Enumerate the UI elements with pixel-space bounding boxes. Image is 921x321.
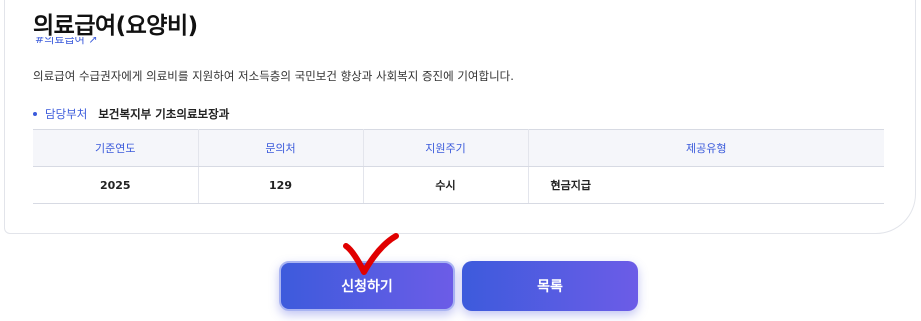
header-contact: 문의처	[198, 129, 364, 167]
page-title: 의료급여(요양비)	[33, 13, 198, 39]
department-value: 보건복지부 기초의료보장과	[98, 107, 230, 121]
cell-contact: 129	[198, 166, 364, 204]
header-provision-type: 제공유형	[528, 129, 884, 167]
service-info-table: 기준연도 문의처 지원주기 제공유형 2025 129 수시 현금지급	[33, 129, 884, 204]
service-description: 의료급여 수급권자에게 의료비를 지원하여 저소득층의 국민보건 향상과 사회복…	[33, 69, 514, 83]
table-row: 2025 129 수시 현금지급	[33, 166, 884, 204]
cell-base-year: 2025	[33, 166, 199, 204]
hashtag-text: #의료급여	[35, 37, 85, 46]
header-base-year: 기준연도	[33, 129, 199, 167]
department-label: 담당부처	[45, 107, 88, 121]
apply-button[interactable]: 신청하기	[279, 261, 455, 311]
hashtag-link[interactable]: #의료급여 ↗	[35, 37, 97, 47]
bullet-icon	[33, 112, 37, 116]
table-header-row: 기준연도 문의처 지원주기 제공유형	[33, 129, 884, 167]
external-link-icon: ↗	[88, 37, 98, 46]
department-info: 담당부처 보건복지부 기초의료보장과	[33, 106, 229, 122]
cell-provision-type: 현금지급	[528, 166, 884, 204]
header-support-cycle: 지원주기	[363, 129, 529, 167]
list-button[interactable]: 목록	[462, 261, 638, 311]
cell-support-cycle: 수시	[363, 166, 529, 204]
